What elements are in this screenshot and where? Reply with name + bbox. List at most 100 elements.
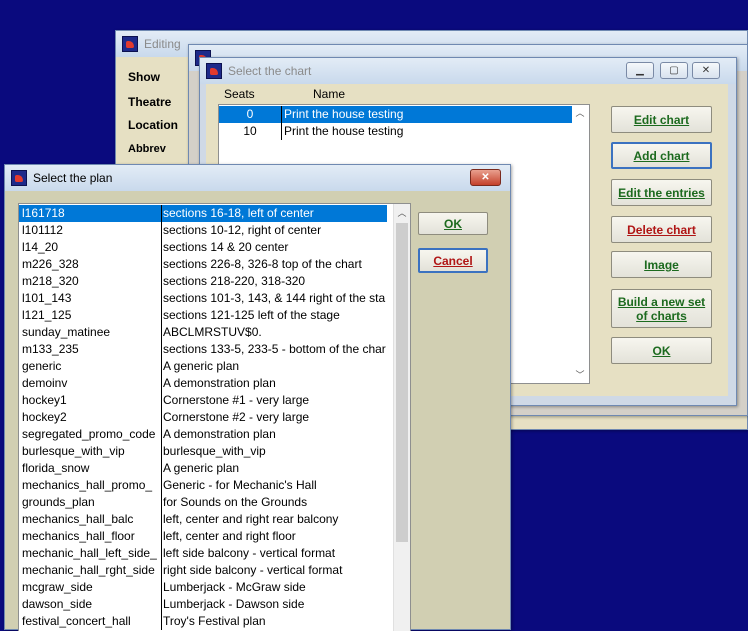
- close-button[interactable]: ✕: [470, 169, 501, 186]
- plan-description: A generic plan: [161, 358, 394, 375]
- chart-dialog-titlebar[interactable]: Select the chart ▁ ▢ ✕: [200, 58, 736, 84]
- name-header: Name: [313, 87, 346, 101]
- plan-row[interactable]: demoinv A demonstration plan: [19, 375, 394, 392]
- sidebar-location[interactable]: Location: [128, 118, 178, 132]
- plan-row[interactable]: mechanics_hall_balc left, center and righ…: [19, 511, 394, 528]
- minimize-button[interactable]: ▁: [626, 62, 654, 79]
- plan-description: left side balcony - vertical format: [161, 545, 394, 562]
- plan-description: Cornerstone #1 - very large: [161, 392, 394, 409]
- plan-description: Cornerstone #2 - very large: [161, 409, 394, 426]
- app-icon: [206, 63, 222, 79]
- plan-description: A generic plan: [161, 460, 394, 477]
- plan-code: mechanics_hall_promo_: [22, 478, 153, 492]
- plan-dialog: Select the plan ✕ l161718 sections 16-18,…: [4, 164, 511, 631]
- image-button[interactable]: Image: [611, 251, 712, 278]
- plan-row[interactable]: generic A generic plan: [19, 358, 394, 375]
- plan-description: A demonstration plan: [161, 426, 394, 443]
- plan-dialog-title: Select the plan: [33, 171, 113, 185]
- plan-code: l161718: [22, 206, 65, 220]
- edit-chart-button[interactable]: Edit chart: [611, 106, 712, 133]
- plan-code: l14_20: [22, 240, 59, 254]
- plan-row[interactable]: festival_concert_hall Troy's Festival pla…: [19, 613, 394, 630]
- plan-description: sections 16-18, left of center: [161, 205, 387, 222]
- sidebar-theatre[interactable]: Theatre: [128, 95, 171, 109]
- plan-row[interactable]: hockey2 Cornerstone #2 - very large: [19, 409, 394, 426]
- plan-row[interactable]: l101_143 sections 101-3, 143, & 144 right…: [19, 290, 394, 307]
- plan-code: grounds_plan: [22, 495, 95, 509]
- plan-row[interactable]: l121_125 sections 121-125 left of the sta…: [19, 307, 394, 324]
- scroll-up-icon[interactable]: ︿: [394, 205, 410, 221]
- plan-row[interactable]: l14_20 sections 14 & 20 center: [19, 239, 394, 256]
- plan-description: sections 133-5, 233-5 - bottom of the ch…: [161, 341, 394, 358]
- plan-code: generic: [22, 359, 62, 373]
- plan-code: m218_320: [22, 274, 79, 288]
- plan-cancel-button[interactable]: Cancel: [418, 248, 488, 273]
- editing-title: Editing: [144, 37, 181, 51]
- plan-code: mechanic_hall_rght_side: [22, 563, 155, 577]
- plan-code: mechanics_hall_floor: [22, 529, 135, 543]
- plan-code: dawson_side: [22, 597, 93, 611]
- plan-code: burlesque_with_vip: [22, 444, 125, 458]
- plan-row[interactable]: grounds_plan for Sounds on the Grounds: [19, 494, 394, 511]
- plan-code: segregated_promo_code: [22, 427, 156, 441]
- plan-row[interactable]: m226_328 sections 226-8, 326-8 top of the…: [19, 256, 394, 273]
- plan-dialog-titlebar[interactable]: Select the plan ✕: [5, 165, 510, 191]
- chart-ok-button[interactable]: OK: [611, 337, 712, 364]
- sidebar-show[interactable]: Show: [128, 70, 160, 84]
- plan-row[interactable]: l161718 sections 16-18, left of center: [19, 205, 387, 222]
- plan-list-scrollbar[interactable]: ︿: [393, 204, 410, 631]
- chart-row[interactable]: 10 Print the house testing: [219, 123, 572, 140]
- plan-description: left, center and right floor: [161, 528, 394, 545]
- build-new-set-button[interactable]: Build a new set of charts: [611, 289, 712, 328]
- plan-description: sections 226-8, 326-8 top of the chart: [161, 256, 394, 273]
- plan-row[interactable]: mechanics_hall_promo_ Generic - for Mecha…: [19, 477, 394, 494]
- plan-code: demoinv: [22, 376, 68, 390]
- delete-chart-button[interactable]: Delete chart: [611, 216, 712, 243]
- plan-list[interactable]: l161718 sections 16-18, left of center l10…: [18, 203, 411, 631]
- plan-row[interactable]: florida_snow A generic plan: [19, 460, 394, 477]
- sidebar-abbrev[interactable]: Abbrev: [128, 143, 166, 155]
- plan-description: sections 121-125 left of the stage: [161, 307, 394, 324]
- plan-description: sections 101-3, 143, & 144 right of the …: [161, 290, 394, 307]
- chart-list-scrollbar[interactable]: ︿ ﹀: [572, 105, 589, 383]
- add-chart-button[interactable]: Add chart: [611, 142, 712, 169]
- plan-description: sections 14 & 20 center: [161, 239, 394, 256]
- plan-row[interactable]: m133_235 sections 133-5, 233-5 - bottom o…: [19, 341, 394, 358]
- plan-code: hockey1: [22, 393, 67, 407]
- plan-code: mcgraw_side: [22, 580, 93, 594]
- plan-row[interactable]: mechanics_hall_floor left, center and rig…: [19, 528, 394, 545]
- plan-row[interactable]: mechanic_hall_rght_side right side balcon…: [19, 562, 394, 579]
- chart-row[interactable]: 0 Print the house testing: [219, 106, 572, 123]
- plan-description: for Sounds on the Grounds: [161, 494, 394, 511]
- plan-row[interactable]: mechanic_hall_left_side_ left side balcon…: [19, 545, 394, 562]
- plan-row[interactable]: sunday_matinee ABCLMRSTUV$0.: [19, 324, 394, 341]
- edit-entries-button[interactable]: Edit the entries: [611, 179, 712, 206]
- plan-code: hockey2: [22, 410, 67, 424]
- plan-ok-button[interactable]: OK: [418, 212, 488, 235]
- plan-row[interactable]: l101112 sections 10-12, right of center: [19, 222, 394, 239]
- plan-row[interactable]: hockey1 Cornerstone #1 - very large: [19, 392, 394, 409]
- plan-row[interactable]: m218_320 sections 218-220, 318-320: [19, 273, 394, 290]
- plan-code: sunday_matinee: [22, 325, 111, 339]
- plan-description: Troy's Festival plan: [161, 613, 394, 630]
- scroll-up-icon[interactable]: ︿: [572, 105, 588, 121]
- plan-description: Lumberjack - McGraw side: [161, 579, 394, 596]
- close-button[interactable]: ✕: [692, 62, 720, 79]
- plan-code: mechanic_hall_left_side_: [22, 546, 157, 560]
- plan-description: Generic - for Mechanic's Hall: [161, 477, 394, 494]
- plan-code: l101_143: [22, 291, 72, 305]
- app-icon: [11, 170, 27, 186]
- chart-seats: 0: [246, 107, 254, 121]
- plan-row[interactable]: segregated_promo_code A demonstration pla…: [19, 426, 394, 443]
- scroll-down-icon[interactable]: ﹀: [572, 367, 588, 383]
- plan-description: burlesque_with_vip: [161, 443, 394, 460]
- plan-code: m226_328: [22, 257, 79, 271]
- plan-description: sections 10-12, right of center: [161, 222, 394, 239]
- maximize-button[interactable]: ▢: [660, 62, 688, 79]
- plan-code: mechanics_hall_balc: [22, 512, 134, 526]
- chart-name: Print the house testing: [281, 123, 572, 140]
- plan-row[interactable]: burlesque_with_vip burlesque_with_vip: [19, 443, 394, 460]
- plan-row[interactable]: mcgraw_side Lumberjack - McGraw side: [19, 579, 394, 596]
- plan-row[interactable]: dawson_side Lumberjack - Dawson side: [19, 596, 394, 613]
- scroll-thumb[interactable]: [396, 223, 408, 542]
